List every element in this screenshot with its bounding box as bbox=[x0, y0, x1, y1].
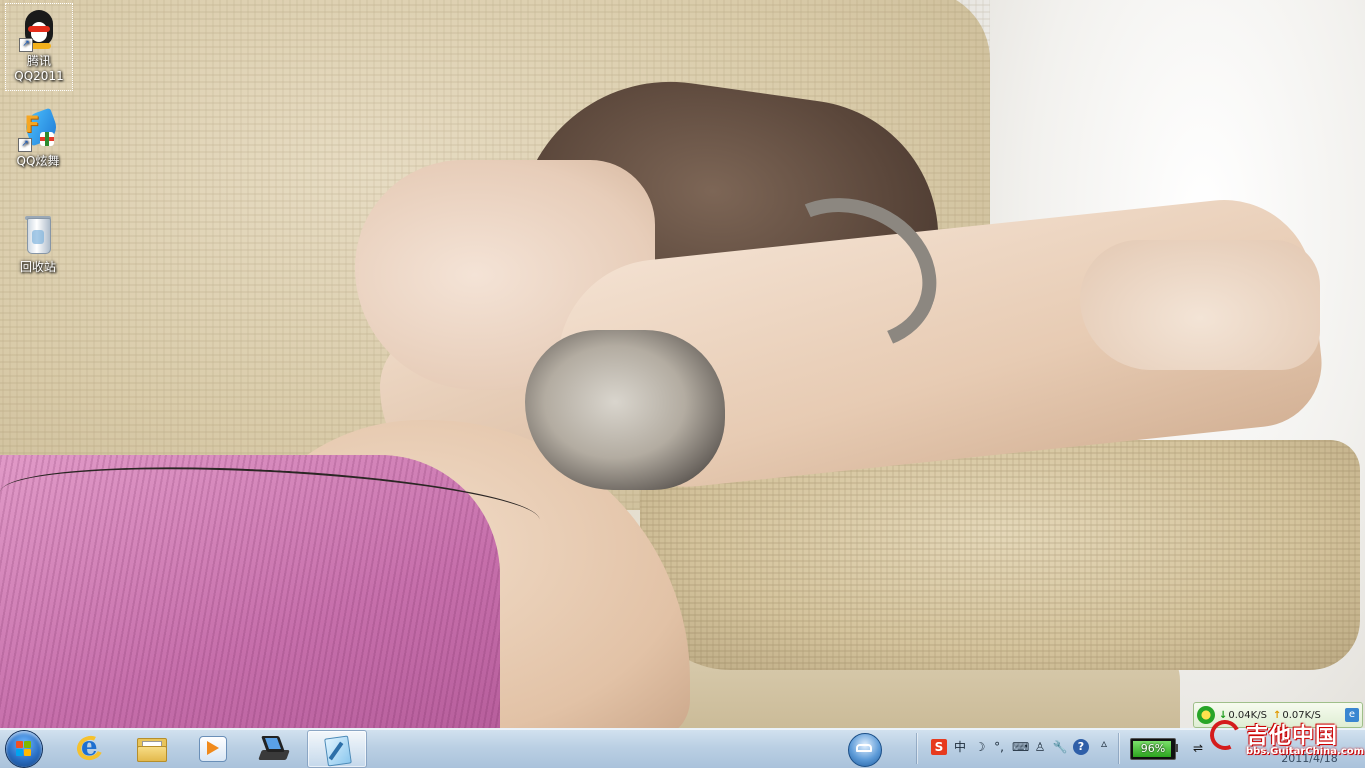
desktop-wallpaper bbox=[0, 0, 1365, 728]
network-monitor-menu-icon[interactable]: e bbox=[1345, 708, 1359, 722]
desktop-icon-label: QQ炫舞 bbox=[16, 154, 60, 168]
desktop-icon-qq2011[interactable]: ↗ 腾讯 QQ2011 bbox=[5, 3, 73, 91]
desktop-icon-qq-dance[interactable]: F ↗ QQ炫舞 bbox=[5, 104, 71, 180]
ime-punctuation-icon[interactable]: °, bbox=[991, 739, 1007, 755]
qq-dance-icon: F ↗ bbox=[18, 107, 61, 152]
taskbar-notepad[interactable] bbox=[307, 730, 367, 768]
battery-tip bbox=[1175, 744, 1178, 752]
network-monitor-logo-icon bbox=[1197, 706, 1215, 724]
ime-half-width-icon[interactable]: ☽ bbox=[972, 739, 988, 755]
shortcut-arrow-icon: ↗ bbox=[18, 138, 32, 152]
desktop-icon-recycle-bin[interactable]: 回收站 bbox=[5, 210, 71, 286]
user-icon[interactable]: ♙ bbox=[1032, 739, 1048, 755]
qq-penguin-icon: ↗ bbox=[19, 8, 59, 52]
sogou-ime-icon[interactable]: S bbox=[931, 739, 947, 755]
taskbar: e S 中 ☽ °, ⌨ ♙ 🔧 ? ▵ 96% ⇌ 2011/4/18 bbox=[0, 728, 1365, 768]
help-icon[interactable]: ? bbox=[1073, 739, 1089, 755]
download-speed: 0.04K/S bbox=[1228, 709, 1267, 721]
shortcut-arrow-icon: ↗ bbox=[19, 38, 33, 52]
soft-keyboard-icon[interactable]: ⌨ bbox=[1012, 739, 1029, 755]
power-plug-icon[interactable]: ⇌ bbox=[1190, 740, 1206, 756]
network-speed-monitor[interactable]: ↓ 0.04K/S ↑ 0.07K/S e bbox=[1193, 702, 1363, 728]
taskbar-separator bbox=[1118, 733, 1119, 764]
upload-speed: 0.07K/S bbox=[1282, 709, 1321, 721]
webcam-icon bbox=[258, 734, 290, 762]
desktop-icon-label: 腾讯 bbox=[26, 54, 51, 68]
taskbar-webcam[interactable] bbox=[244, 730, 302, 766]
battery-indicator[interactable]: 96% bbox=[1130, 738, 1176, 760]
wallpaper-headphone bbox=[525, 330, 725, 490]
clock-date: 2011/4/18 bbox=[1281, 752, 1338, 765]
wallpaper-hand bbox=[1080, 240, 1320, 370]
desktop-icon-label: 回收站 bbox=[19, 260, 56, 274]
internet-explorer-icon: e bbox=[73, 732, 107, 764]
windows-logo-icon bbox=[16, 741, 32, 757]
taskbar-windows-explorer[interactable] bbox=[122, 730, 180, 766]
folder-icon bbox=[136, 734, 167, 762]
media-player-icon bbox=[197, 734, 227, 762]
battery-percent: 96% bbox=[1140, 742, 1166, 755]
ime-chinese-mode-icon[interactable]: 中 bbox=[952, 739, 968, 755]
start-button[interactable] bbox=[6, 731, 42, 767]
desktop-icon-label: QQ2011 bbox=[14, 69, 64, 83]
download-arrow-icon: ↓ bbox=[1219, 709, 1228, 721]
show-hidden-icons-icon[interactable]: ▵ bbox=[1096, 735, 1112, 751]
tools-wrench-icon[interactable]: 🔧 bbox=[1052, 739, 1068, 755]
recycle-bin-icon bbox=[18, 214, 58, 258]
taskbar-cloud-app[interactable] bbox=[836, 731, 894, 767]
taskbar-media-player[interactable] bbox=[183, 730, 241, 766]
upload-arrow-icon: ↑ bbox=[1272, 709, 1282, 721]
notepad-icon bbox=[322, 735, 352, 767]
taskbar-internet-explorer[interactable]: e bbox=[61, 730, 119, 766]
system-clock[interactable]: 2011/4/18 bbox=[1262, 731, 1357, 767]
car-icon bbox=[856, 744, 872, 752]
taskbar-separator bbox=[916, 733, 917, 764]
